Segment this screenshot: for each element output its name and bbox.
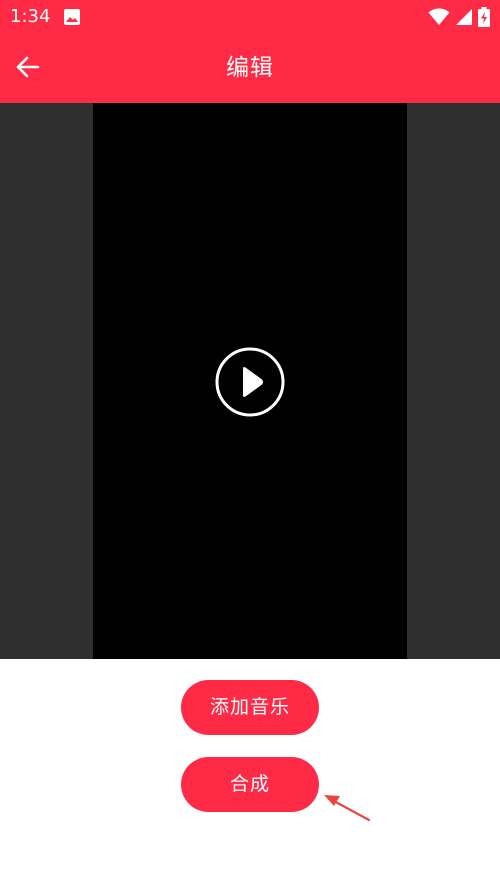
page-title: 编辑 — [226, 55, 274, 81]
play-circle-icon[interactable] — [214, 346, 286, 418]
wifi-icon — [428, 8, 450, 25]
edit-screen: 1:34 编辑 添加音乐 合成 — [0, 0, 500, 890]
status-icons — [428, 6, 490, 28]
video-preview-area — [0, 103, 500, 659]
compose-button[interactable]: 合成 — [181, 757, 319, 812]
battery-icon — [478, 7, 490, 27]
add-music-button[interactable]: 添加音乐 — [181, 680, 319, 735]
status-time: 1:34 — [10, 6, 51, 27]
annotation-arrow-icon — [324, 795, 371, 822]
status-bar: 1:34 — [0, 0, 500, 33]
signal-icon — [456, 9, 472, 25]
image-icon — [64, 9, 80, 25]
video-frame[interactable] — [93, 103, 407, 659]
toolbar: 编辑 — [0, 33, 500, 103]
